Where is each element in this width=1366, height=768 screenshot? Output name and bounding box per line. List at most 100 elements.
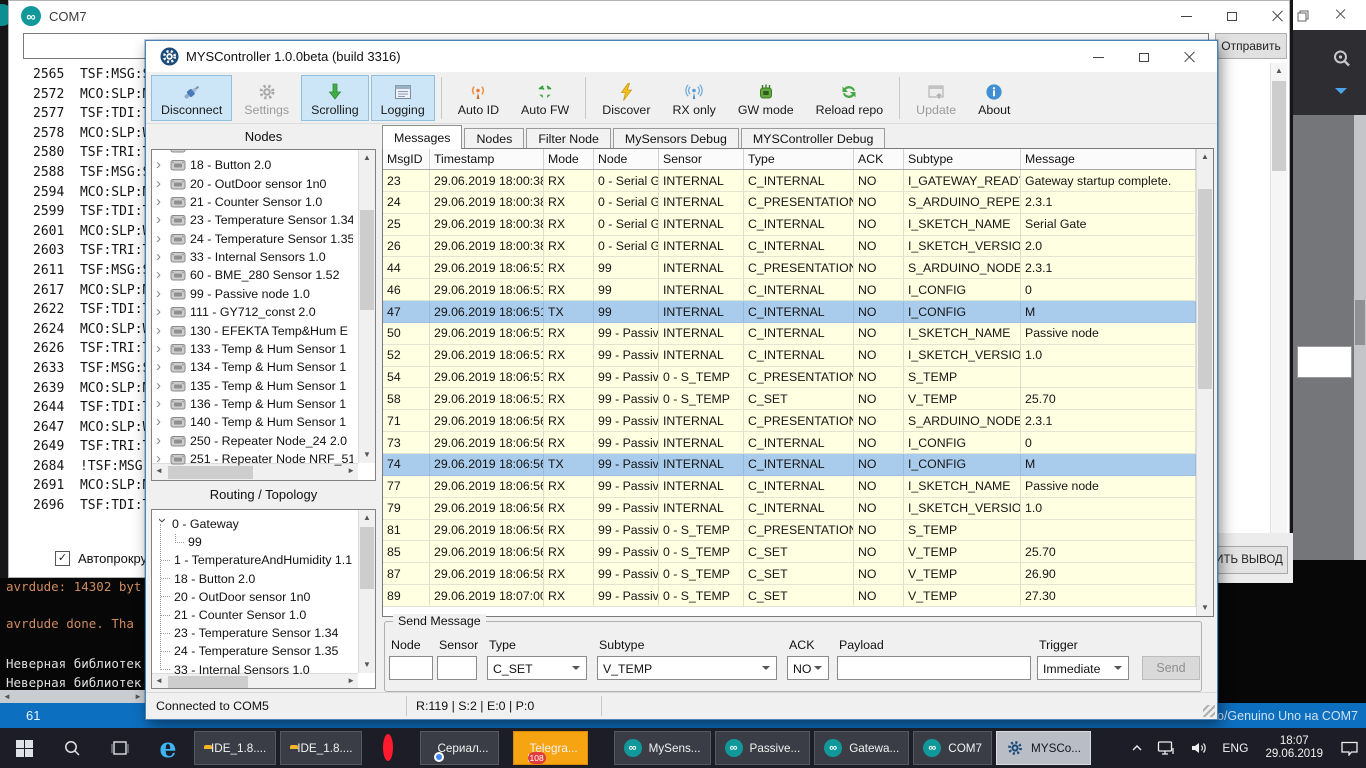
telegram-button[interactable]: Telegra...108 xyxy=(513,731,588,765)
table-row[interactable]: 5829.06.2019 18:06:51RX99 - Passive node… xyxy=(383,388,1213,410)
chrome-serial[interactable]: Сериал... xyxy=(420,731,498,765)
table-row[interactable]: 7929.06.2019 18:06:56RX99 - Passive node… xyxy=(383,498,1213,520)
restore-window-icon[interactable] xyxy=(1297,9,1309,27)
node-tree-item[interactable]: › xyxy=(153,149,353,156)
node-tree-item[interactable]: ›33 - Internal Sensors 1.0 xyxy=(153,248,353,266)
trigger-select[interactable]: Immediate xyxy=(1037,656,1129,680)
tray-expand-icon[interactable] xyxy=(1124,728,1150,768)
node-tree-item[interactable]: ›251 - Repeater Node NRF_51 xyxy=(153,450,353,468)
routing-tree-item[interactable]: ›0 - Gateway xyxy=(153,515,353,533)
discover-button[interactable]: Discover xyxy=(592,75,660,121)
clock[interactable]: 18:07 29.06.2019 xyxy=(1255,735,1333,761)
chevron-right-icon[interactable]: › xyxy=(156,306,168,318)
dropdown-triangle-icon[interactable] xyxy=(1335,88,1347,100)
table-row[interactable]: 2529.06.2019 18:00:38RX0 - Serial Gatewa… xyxy=(383,214,1213,236)
node-tree-item[interactable]: ›23 - Temperature Sensor 1.34 xyxy=(153,211,353,229)
routing-tree-item[interactable]: 18 - Button 2.0 xyxy=(153,570,353,588)
node-tree-item[interactable]: ›21 - Counter Sensor 1.0 xyxy=(153,193,353,211)
task-view-button[interactable] xyxy=(96,728,144,768)
table-vscrollbar[interactable]: ▲ ▼ xyxy=(1196,149,1213,616)
scrollbar-thumb[interactable] xyxy=(360,527,374,589)
node-tree-item[interactable]: ›136 - Temp & Hum Sensor 1 xyxy=(153,395,353,413)
chevron-right-icon[interactable]: › xyxy=(156,149,168,153)
chevron-right-icon[interactable]: › xyxy=(156,416,168,428)
routing-tree-item[interactable]: 23 - Temperature Sensor 1.34 xyxy=(153,624,353,642)
node-tree-item[interactable]: ›140 - Temp & Hum Sensor 1 xyxy=(153,413,353,431)
table-row[interactable]: 5429.06.2019 18:06:51RX99 - Passive node… xyxy=(383,367,1213,389)
maximize-button[interactable] xyxy=(1217,5,1247,27)
scroll-down-icon[interactable]: ▼ xyxy=(359,658,375,672)
sensor-field[interactable] xyxy=(437,656,477,680)
routing-tree-item[interactable]: 1 - TemperatureAndHumidity 1.1 xyxy=(153,551,353,569)
close-button[interactable] xyxy=(1168,45,1212,69)
minimize-button[interactable] xyxy=(1171,5,1201,27)
autoscroll-checkbox[interactable]: ✓ xyxy=(55,551,70,566)
table-row[interactable]: 2429.06.2019 18:00:38RX0 - Serial Gatewa… xyxy=(383,192,1213,214)
chevron-right-icon[interactable]: › xyxy=(156,380,168,392)
chevron-right-icon[interactable]: › xyxy=(156,398,168,410)
close-button[interactable] xyxy=(1263,5,1293,27)
column-header-type[interactable]: Type xyxy=(744,149,854,169)
table-row[interactable]: 7729.06.2019 18:06:56RX99 - Passive node… xyxy=(383,476,1213,498)
node-tree-item[interactable]: ›99 - Passive node 1.0 xyxy=(153,285,353,303)
table-row[interactable]: 7429.06.2019 18:06:56TX99 - Passive node… xyxy=(383,454,1213,476)
node-tree-item[interactable]: ›24 - Temperature Sensor 1.35 xyxy=(153,230,353,248)
serial-monitor-icon[interactable] xyxy=(1331,48,1353,75)
arduino-passive[interactable]: ∞Passive... xyxy=(715,731,811,765)
node-tree-item[interactable]: ›135 - Temp & Hum Sensor 1 xyxy=(153,377,353,395)
mysc-taskbar-button[interactable]: MYSCo... xyxy=(996,731,1091,765)
column-header-node[interactable]: Node xyxy=(594,149,659,169)
table-row[interactable]: 2629.06.2019 18:00:38RX0 - Serial Gatewa… xyxy=(383,236,1213,258)
table-row[interactable]: 7129.06.2019 18:06:56RX99 - Passive node… xyxy=(383,410,1213,432)
node-tree-item[interactable]: ›60 - BME_280 Sensor 1.52 xyxy=(153,266,353,284)
chevron-down-icon[interactable]: › xyxy=(156,518,168,530)
node-tree-item[interactable]: ›111 - GY712_const 2.0 xyxy=(153,303,353,321)
column-header-message[interactable]: Message xyxy=(1021,149,1196,169)
table-row[interactable]: 4729.06.2019 18:06:51TX99INTERNALC_INTER… xyxy=(383,301,1213,323)
volume-icon[interactable] xyxy=(1183,728,1215,768)
routing-tree-item[interactable]: 33 - Internal Sensors 1.0 xyxy=(153,661,353,679)
opera-button[interactable] xyxy=(364,728,412,768)
table-row[interactable]: 7329.06.2019 18:06:56RX99 - Passive node… xyxy=(383,432,1213,454)
scrollbar-thumb[interactable] xyxy=(1355,300,1365,345)
serial-log-scrollbar[interactable]: ▲ ▼ xyxy=(1270,63,1287,546)
column-header-subtype[interactable]: Subtype xyxy=(904,149,1021,169)
table-row[interactable]: 8929.06.2019 18:07:00RX99 - Passive node… xyxy=(383,585,1213,607)
scrollbar-thumb[interactable] xyxy=(1198,189,1212,389)
reload-repo-button[interactable]: Reload repo xyxy=(806,75,894,121)
table-row[interactable]: 5229.06.2019 18:06:51RX99 - Passive node… xyxy=(383,345,1213,367)
clear-output-button[interactable]: ИТЬ ВЫВОД xyxy=(1210,546,1288,574)
folder-ide-2[interactable]: IDE_1.8.... xyxy=(280,731,362,765)
chevron-right-icon[interactable]: › xyxy=(156,233,168,245)
node-tree-item[interactable]: ›134 - Temp & Hum Sensor 1 xyxy=(153,358,353,376)
arduino-gateway[interactable]: ∞Gatewa... xyxy=(814,731,909,765)
ack-select[interactable]: NO xyxy=(787,656,829,680)
chevron-right-icon[interactable]: › xyxy=(156,343,168,355)
gw-mode-button[interactable]: GW mode xyxy=(728,75,804,121)
tab-messages[interactable]: Messages xyxy=(382,125,462,149)
serial-send-button[interactable]: Отправить xyxy=(1215,33,1287,59)
minimize-button[interactable] xyxy=(1076,45,1120,69)
scroll-up-icon[interactable]: ▲ xyxy=(1197,150,1213,164)
table-row[interactable]: 4629.06.2019 18:06:51RX99INTERNALC_INTER… xyxy=(383,279,1213,301)
node-tree-item[interactable]: ›18 - Button 2.0 xyxy=(153,156,353,174)
tab-myscontroller-debug[interactable]: MYSController Debug xyxy=(741,128,886,149)
node-field[interactable] xyxy=(389,656,433,680)
chevron-right-icon[interactable]: › xyxy=(156,453,168,465)
chevron-right-icon[interactable]: › xyxy=(156,196,168,208)
start-button[interactable] xyxy=(0,728,48,768)
routing-tree-item[interactable]: 99 xyxy=(153,533,353,551)
routing-tree-item[interactable]: 20 - OutDoor sensor 1n0 xyxy=(153,588,353,606)
scroll-down-icon[interactable]: ▼ xyxy=(1197,601,1213,615)
node-tree-item[interactable]: ›130 - EFEKTA Temp&Hum E xyxy=(153,322,353,340)
notifications-icon[interactable] xyxy=(1333,728,1366,768)
resize-grip[interactable] xyxy=(1203,705,1215,717)
column-header-msgid[interactable]: MsgID xyxy=(383,149,430,169)
logging-button[interactable]: Logging xyxy=(371,75,435,121)
tab-nodes[interactable]: Nodes xyxy=(464,128,524,149)
send-button[interactable]: Send xyxy=(1142,656,1200,680)
tab-filter-node[interactable]: Filter Node xyxy=(526,128,611,149)
chevron-right-icon[interactable]: › xyxy=(156,288,168,300)
subtype-select[interactable]: V_TEMP xyxy=(597,656,777,680)
routing-vscrollbar[interactable]: ▲ ▼ xyxy=(358,510,375,673)
